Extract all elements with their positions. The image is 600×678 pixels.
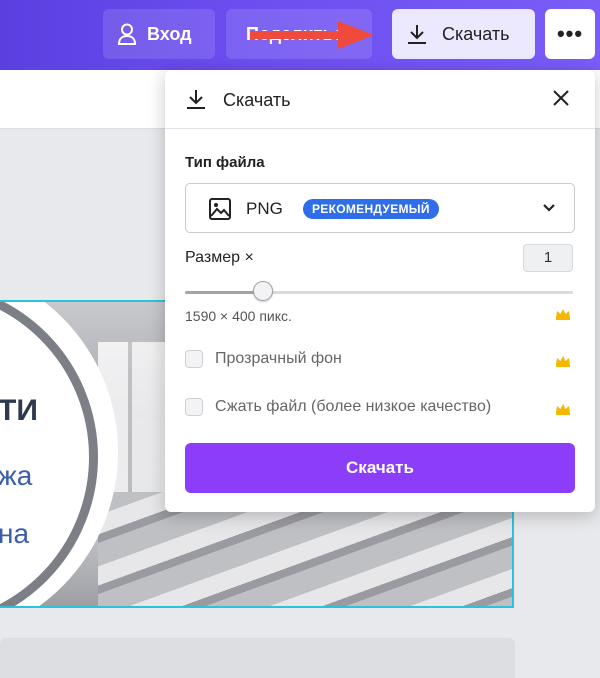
file-type-select[interactable]: PNG РЕКОМЕНДУЕМЫЙ: [185, 183, 575, 233]
design-line-2: жа: [0, 460, 33, 491]
next-page-strip: [0, 638, 515, 678]
compress-label: Сжать файл (более низкое качество): [215, 398, 492, 415]
download-button[interactable]: Скачать: [185, 443, 575, 493]
size-slider-fill: [185, 291, 263, 294]
compress-option[interactable]: Сжать файл (более низкое качество): [185, 398, 491, 416]
recommended-badge: РЕКОМЕНДУЕМЫЙ: [303, 199, 439, 219]
login-label: Вход: [147, 23, 192, 44]
transparent-bg-label: Прозрачный фон: [215, 350, 342, 367]
design-heading: ТИ: [0, 394, 38, 427]
close-icon[interactable]: [551, 88, 571, 108]
top-toolbar: Вход Поделиться Скачать •••: [0, 0, 600, 70]
file-type-label: Тип файла: [185, 154, 265, 171]
download-button-top[interactable]: Скачать: [392, 9, 535, 59]
compress-checkbox[interactable]: [185, 398, 203, 416]
user-icon: [117, 23, 137, 45]
size-label: Размер ×: [185, 249, 254, 266]
panel-title: Скачать: [223, 90, 291, 110]
panel-header: Скачать: [165, 70, 595, 129]
crown-icon: [555, 355, 571, 367]
download-icon: [185, 88, 207, 110]
download-icon: [406, 23, 428, 45]
login-button[interactable]: Вход: [103, 9, 215, 59]
more-button[interactable]: •••: [545, 9, 595, 59]
download-panel: Скачать Тип файла PNG РЕКОМЕНДУЕМЫЙ Разм…: [165, 70, 595, 512]
file-type-value: PNG: [246, 199, 283, 218]
size-slider-handle[interactable]: [253, 281, 273, 301]
size-input[interactable]: 1: [523, 244, 573, 272]
annotation-arrow: [250, 21, 374, 49]
crown-icon: [555, 308, 571, 320]
transparent-bg-checkbox[interactable]: [185, 350, 203, 368]
crown-icon: [555, 403, 571, 415]
more-icon: •••: [556, 21, 584, 46]
image-icon: [208, 197, 232, 221]
download-label-top: Скачать: [442, 23, 510, 44]
transparent-bg-option[interactable]: Прозрачный фон: [185, 350, 342, 368]
chevron-down-icon: [542, 203, 556, 213]
size-slider-track[interactable]: [185, 291, 573, 294]
design-line-3: на: [0, 518, 30, 549]
dimensions-text: 1590 × 400 пикс.: [185, 308, 292, 324]
